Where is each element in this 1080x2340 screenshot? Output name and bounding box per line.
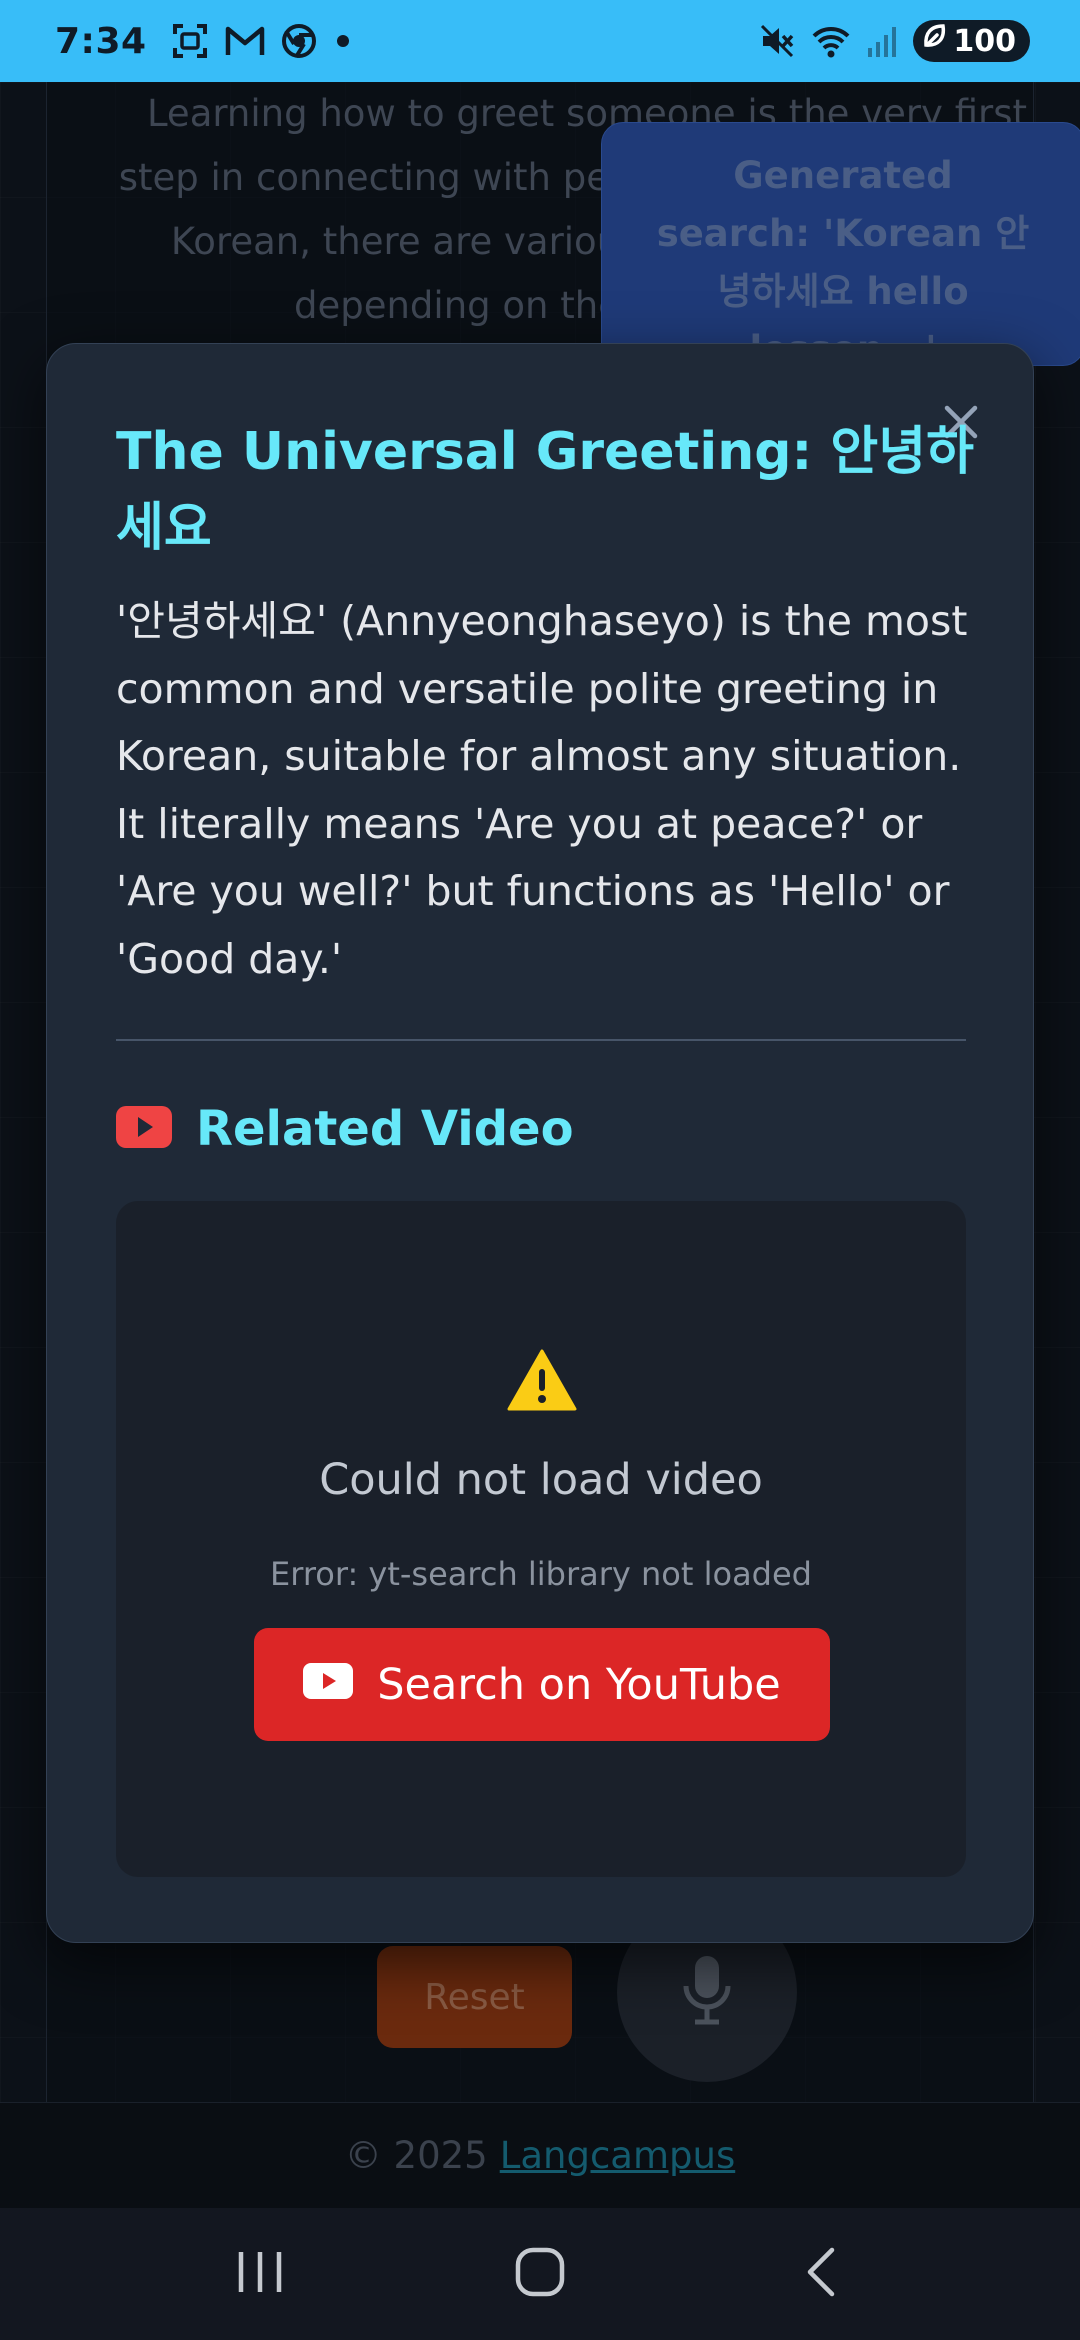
microphone-icon	[681, 1954, 733, 2030]
reset-button[interactable]: Reset	[377, 1946, 572, 2048]
search-tooltip: Generated search: 'Korean 안녕하세요 hello le…	[601, 122, 1080, 371]
divider	[116, 1039, 966, 1041]
screenshot-icon	[171, 22, 209, 60]
battery-icon	[921, 23, 949, 59]
home-icon	[514, 2246, 566, 2302]
search-on-youtube-button[interactable]: Search on YouTube	[254, 1628, 830, 1741]
status-time: 7:34	[55, 20, 147, 62]
section-title: Related Video	[196, 1101, 574, 1157]
wifi-icon	[811, 24, 851, 58]
home-button[interactable]	[480, 2224, 600, 2324]
notification-dot-icon	[333, 31, 353, 51]
status-left: 7:34	[55, 21, 353, 62]
video-error-title: Could not load video	[319, 1455, 763, 1505]
recent-apps-button[interactable]	[200, 2224, 320, 2324]
footer: © 2025 Langcampus	[0, 2102, 1080, 2208]
modal-description: '안녕하세요' (Annyeonghaseyo) is the most com…	[116, 597, 968, 983]
battery-indicator: 100	[913, 20, 1030, 62]
lesson-detail-modal: The Universal Greeting: 안녕하세요 '안녕하세요' (A…	[46, 343, 1034, 1943]
video-error-detail: Error: yt-search library not loaded	[270, 1555, 812, 1593]
vibrate-mute-icon	[759, 23, 795, 59]
signal-icon	[867, 24, 897, 58]
video-placeholder: Could not load video Error: yt-search li…	[116, 1201, 966, 1877]
battery-level: 100	[953, 23, 1016, 59]
gmail-icon	[225, 25, 265, 57]
footer-copyright: © 2025	[344, 2134, 488, 2177]
youtube-button-label: Search on YouTube	[377, 1659, 781, 1710]
warning-icon	[507, 1349, 577, 1415]
back-icon	[802, 2246, 838, 2302]
footer-link-langcampus[interactable]: Langcampus	[500, 2134, 736, 2177]
status-right: 100	[759, 20, 1030, 62]
recent-apps-icon	[235, 2249, 285, 2299]
related-video-header: Related Video	[116, 1094, 574, 1164]
navigation-bar	[0, 2208, 1080, 2340]
youtube-play-icon	[303, 1660, 354, 1710]
chrome-icon	[281, 23, 317, 59]
modal-title: The Universal Greeting: 안녕하세요	[116, 422, 974, 558]
youtube-icon	[116, 1106, 172, 1152]
status-bar: 7:34 100	[0, 0, 1080, 82]
back-button[interactable]	[760, 2224, 880, 2324]
